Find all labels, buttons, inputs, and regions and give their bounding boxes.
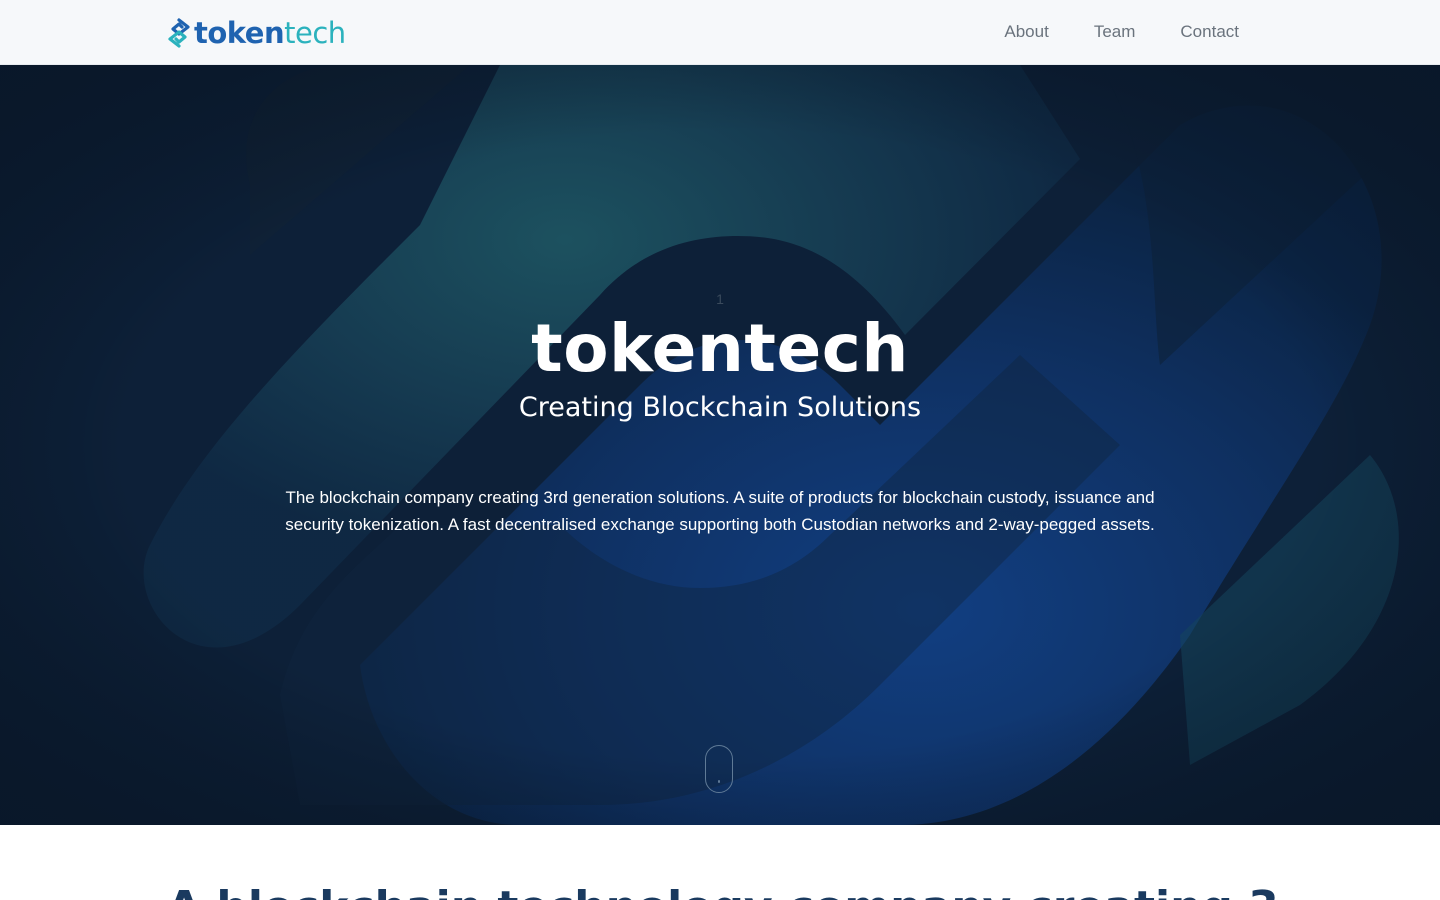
hero-title: tokentech	[531, 310, 909, 387]
logo-icon	[168, 18, 190, 48]
hero-subtitle: Creating Blockchain Solutions	[518, 392, 922, 423]
nav-link-about[interactable]: About	[1004, 20, 1048, 44]
hero-section: 1 tokentech Creating Blockchain Solution…	[0, 65, 1440, 825]
next-section-heading-text: A blockchain technology company creating…	[167, 880, 1277, 900]
logo-text-tech: tech	[284, 16, 346, 50]
nav-link-contact[interactable]: Contact	[1180, 20, 1239, 44]
main-nav: About Team Contact	[1004, 20, 1239, 44]
logo-wordmark: tokentech	[194, 17, 346, 49]
site-header: tokentech About Team Contact	[0, 0, 1440, 65]
hero-background-graphic	[0, 65, 1440, 825]
hero-description: The blockchain company creating 3rd gene…	[285, 488, 1155, 534]
logo[interactable]: tokentech	[167, 17, 346, 49]
slide-counter: 1	[716, 291, 724, 307]
scroll-wheel-dot	[718, 780, 720, 783]
next-section-heading: A blockchain technology company creating…	[167, 880, 1277, 900]
logo-text-token: token	[194, 16, 285, 50]
mouse-scroll-icon[interactable]	[705, 745, 733, 793]
nav-link-team[interactable]: Team	[1094, 20, 1136, 44]
